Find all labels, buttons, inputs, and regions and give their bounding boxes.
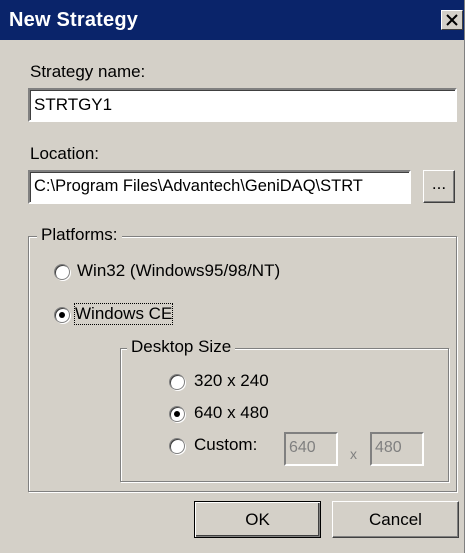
radio-win32-label[interactable]: Win32 (Windows95/98/NT)	[77, 261, 280, 281]
window-title: New Strategy	[9, 9, 139, 31]
platforms-group-title: Platforms:	[37, 225, 122, 245]
strategy-name-input[interactable]: STRTGY1	[28, 88, 457, 122]
custom-width-input[interactable]: 640	[284, 432, 338, 466]
radio-win32[interactable]	[54, 264, 70, 280]
radio-custom[interactable]	[169, 438, 185, 454]
ok-button[interactable]: OK	[194, 501, 321, 538]
cancel-button[interactable]: Cancel	[332, 501, 459, 538]
browse-button[interactable]: ...	[423, 170, 455, 203]
ok-button-label: OK	[245, 509, 270, 529]
custom-size-separator: x	[350, 446, 357, 462]
radio-windows-ce[interactable]	[54, 307, 70, 323]
close-icon	[446, 14, 458, 26]
new-strategy-dialog: New Strategy Strategy name: STRTGY1 Loca…	[0, 0, 465, 553]
strategy-name-label: Strategy name:	[30, 62, 146, 81]
location-value: C:\Program Files\Advantech\GeniDAQ\STRT	[34, 177, 363, 195]
radio-custom-label[interactable]: Custom:	[194, 435, 257, 455]
radio-selected-dot	[174, 411, 180, 417]
title-bar[interactable]: New Strategy	[0, 0, 464, 40]
radio-640x480[interactable]	[169, 406, 185, 422]
close-button[interactable]	[441, 10, 463, 30]
custom-height-value: 480	[375, 439, 402, 456]
location-input[interactable]: C:\Program Files\Advantech\GeniDAQ\STRT	[28, 170, 411, 204]
browse-label: ...	[431, 173, 447, 193]
location-label: Location:	[30, 144, 99, 163]
custom-width-value: 640	[289, 439, 316, 456]
radio-windows-ce-label[interactable]: Windows CE	[73, 303, 174, 325]
custom-height-input[interactable]: 480	[370, 432, 424, 466]
cancel-button-label: Cancel	[369, 509, 422, 529]
radio-640x480-label[interactable]: 640 x 480	[194, 403, 269, 423]
radio-320x240-label[interactable]: 320 x 240	[194, 371, 269, 391]
desktop-size-group-title: Desktop Size	[127, 337, 236, 357]
radio-selected-dot	[59, 312, 65, 318]
radio-320x240[interactable]	[169, 374, 185, 390]
strategy-name-value: STRTGY1	[34, 95, 113, 114]
